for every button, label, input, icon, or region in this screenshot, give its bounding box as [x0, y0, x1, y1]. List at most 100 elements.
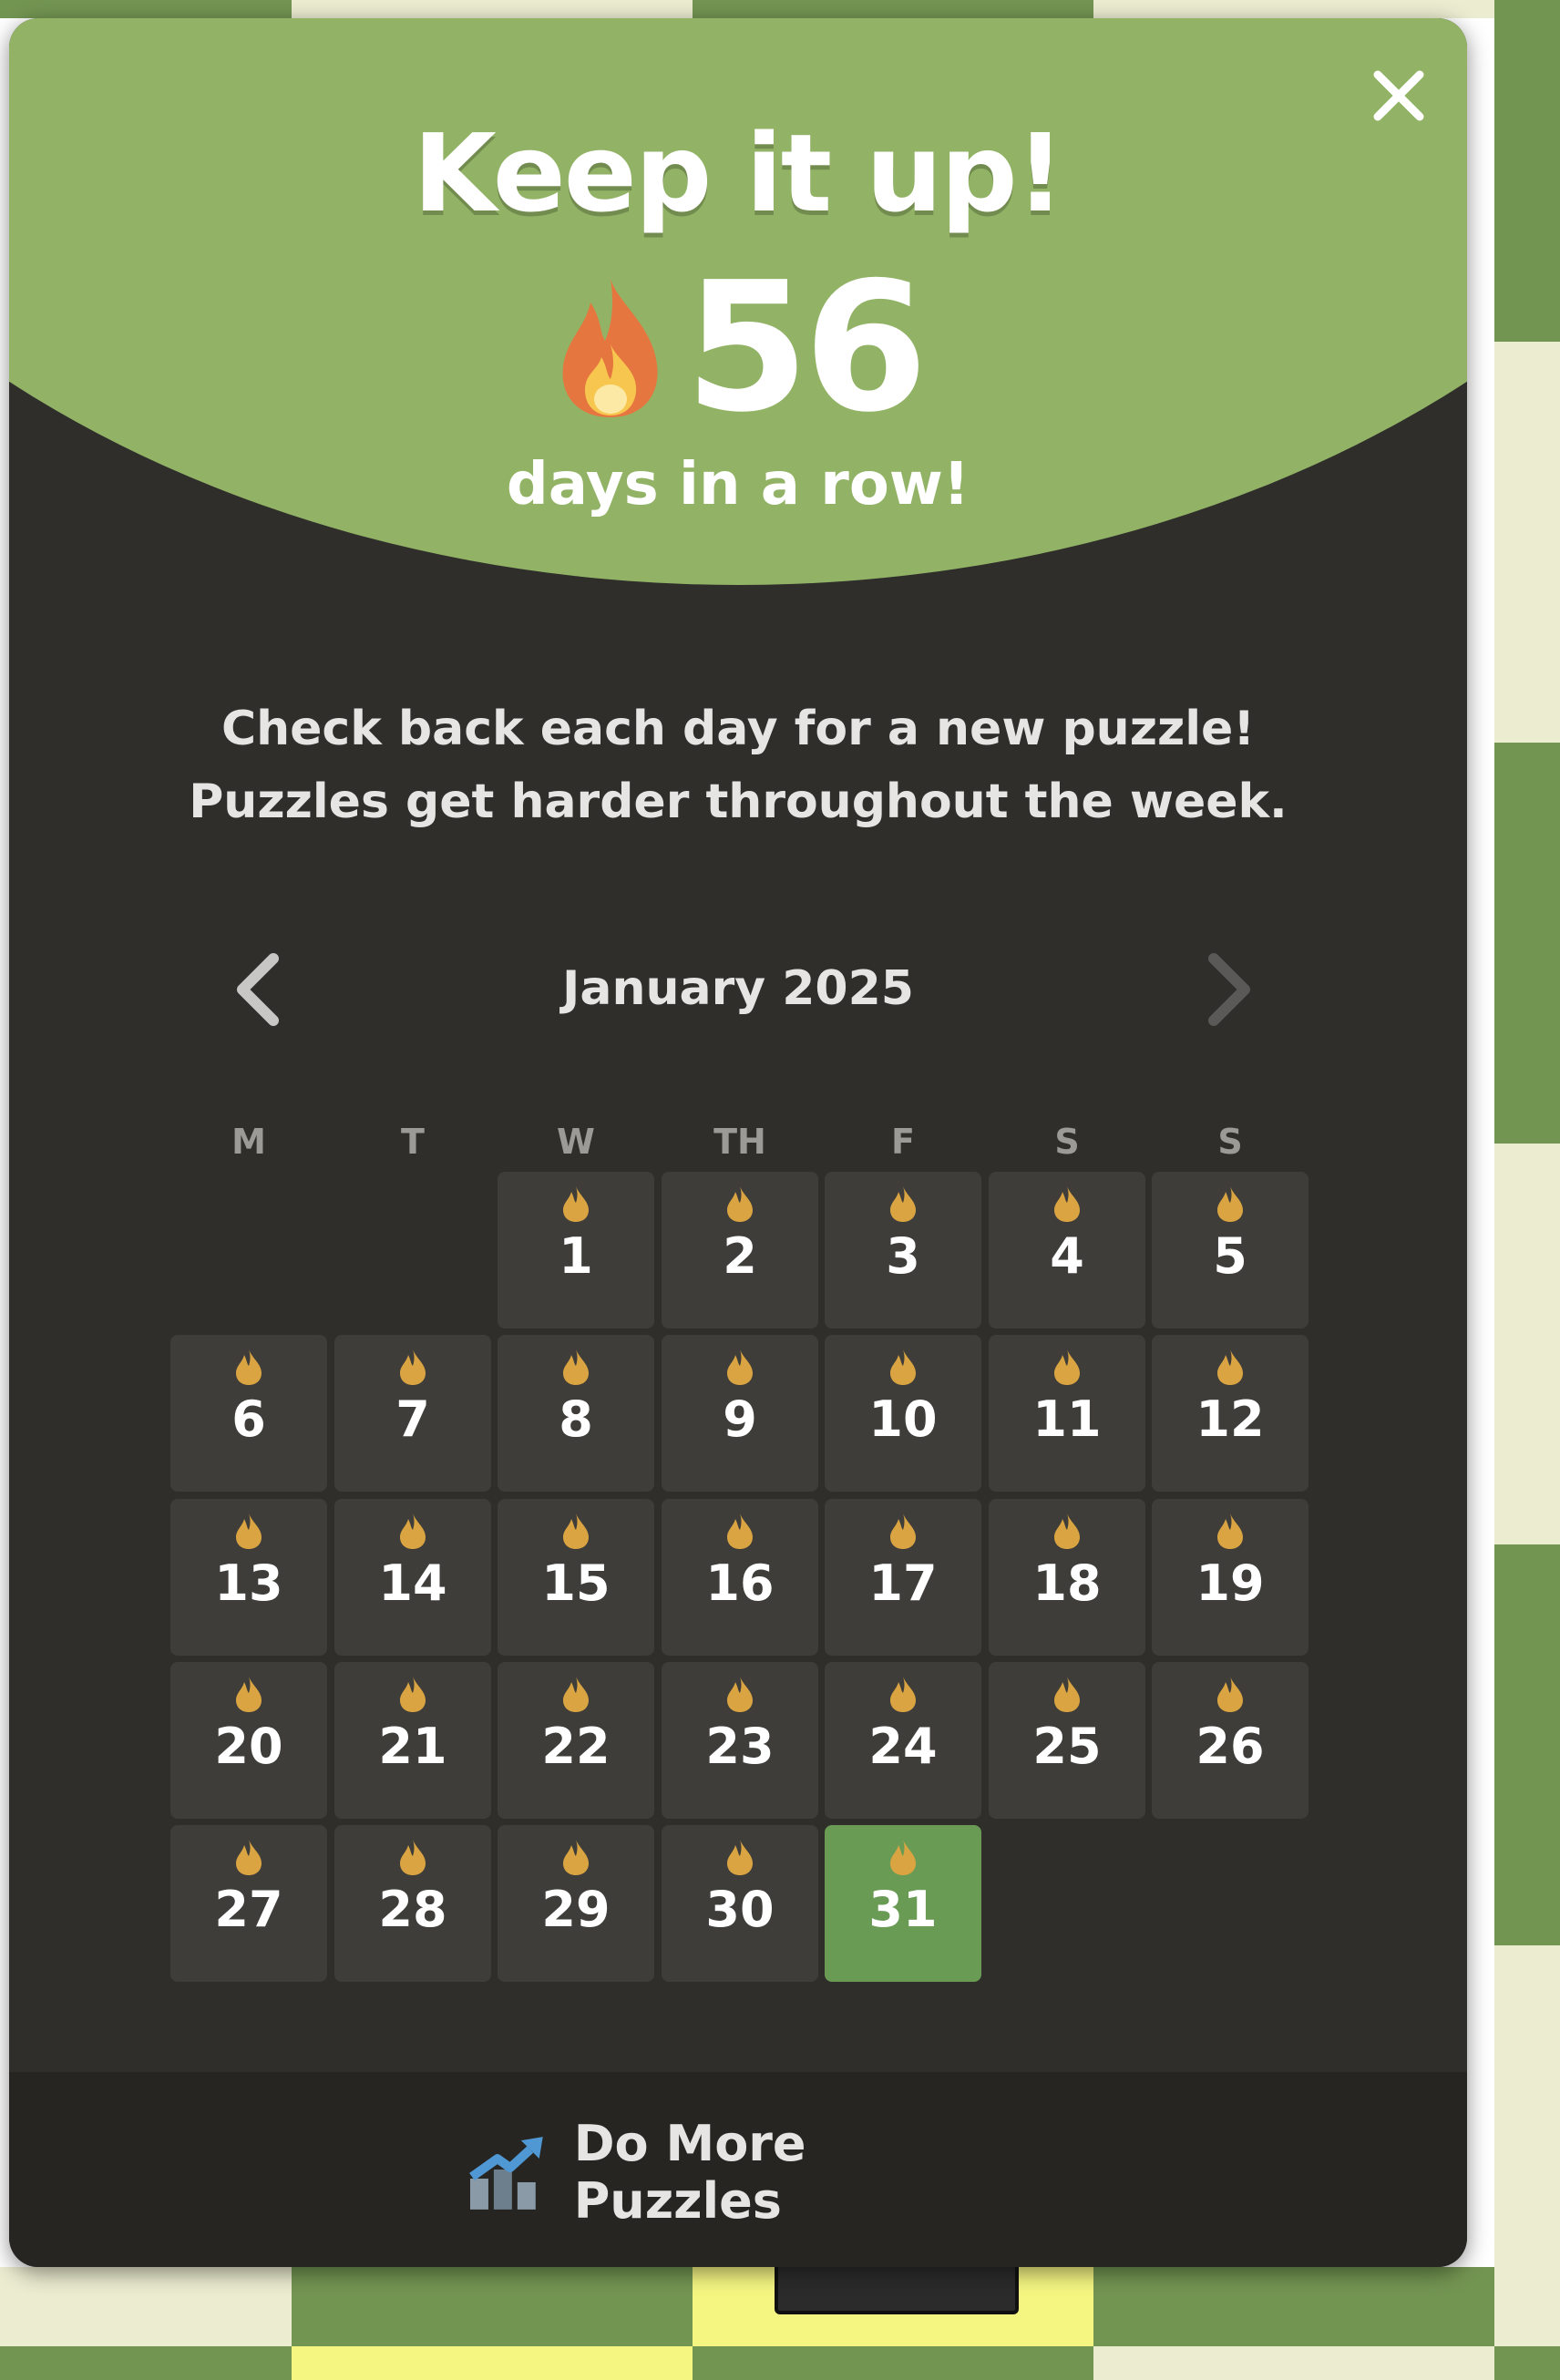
- calendar-day[interactable]: 30: [662, 1825, 818, 1982]
- calendar-day-number: 17: [868, 1554, 938, 1612]
- calendar-day-number: 15: [541, 1554, 611, 1612]
- flame-icon: [1054, 1186, 1080, 1222]
- flame-icon: [890, 1186, 916, 1222]
- info-message-line: Puzzles get harder throughout the week.: [189, 775, 1288, 829]
- flame-icon: [1217, 1513, 1243, 1549]
- calendar-day[interactable]: 20: [170, 1662, 327, 1819]
- streak-count: 56: [684, 244, 929, 452]
- streak-modal: Keep it up! 56 days in a row! Check back…: [9, 18, 1467, 2267]
- flame-icon: [1054, 1513, 1080, 1549]
- calendar-day[interactable]: 22: [498, 1662, 654, 1819]
- calendar-day[interactable]: 29: [498, 1825, 654, 1982]
- calendar-day[interactable]: 10: [825, 1335, 981, 1492]
- flame-icon: [400, 1349, 426, 1385]
- do-more-puzzles-button[interactable]: Do More Puzzles: [465, 2115, 1030, 2230]
- calendar-day-number: 29: [541, 1881, 611, 1938]
- calendar-day-number: 25: [1032, 1718, 1102, 1775]
- flame-icon: [563, 1349, 589, 1385]
- trending-chart-icon: [469, 2137, 543, 2210]
- calendar-day-number: 16: [705, 1554, 775, 1612]
- flame-icon: [236, 1840, 262, 1875]
- calendar-day[interactable]: 28: [334, 1825, 491, 1982]
- chevron-right-icon: [1208, 953, 1250, 1026]
- next-month-button[interactable]: [1194, 944, 1267, 1035]
- calendar-day[interactable]: 5: [1152, 1172, 1309, 1328]
- calendar-day-number: 27: [214, 1881, 283, 1938]
- streak-label: days in a row!: [506, 451, 970, 518]
- calendar-day[interactable]: 9: [662, 1335, 818, 1492]
- calendar-day-number: 21: [378, 1718, 447, 1775]
- calendar-day[interactable]: 26: [1152, 1662, 1309, 1819]
- flame-icon: [727, 1513, 753, 1549]
- do-more-puzzles-label: Do More Puzzles: [573, 2115, 806, 2230]
- calendar-day-number: 30: [705, 1881, 775, 1938]
- calendar-day[interactable]: 18: [989, 1499, 1145, 1656]
- info-message-line: Check back each day for a new puzzle!: [221, 702, 1256, 756]
- weekday-label: W: [557, 1122, 595, 1162]
- weekday-label: S: [1217, 1122, 1243, 1162]
- calendar-day[interactable]: 6: [170, 1335, 327, 1492]
- calendar-day[interactable]: 1: [498, 1172, 654, 1328]
- calendar-day-number: 18: [1032, 1554, 1102, 1612]
- calendar-day[interactable]: 12: [1152, 1335, 1309, 1492]
- flame-icon: [727, 1349, 753, 1385]
- calendar-day[interactable]: 4: [989, 1172, 1145, 1328]
- flame-icon: [1217, 1677, 1243, 1712]
- flame-icon: [563, 1513, 589, 1549]
- flame-icon: [727, 1677, 753, 1712]
- streak-display: 56: [9, 257, 1467, 439]
- flame-icon: [890, 1677, 916, 1712]
- flame-icon: [563, 1840, 589, 1875]
- calendar-day[interactable]: 14: [334, 1499, 491, 1656]
- calendar-day[interactable]: 21: [334, 1662, 491, 1819]
- calendar-day[interactable]: 23: [662, 1662, 818, 1819]
- flame-icon: [890, 1840, 916, 1875]
- calendar-day[interactable]: 8: [498, 1335, 654, 1492]
- calendar-day-number: 12: [1196, 1390, 1265, 1448]
- flame-icon: [1054, 1677, 1080, 1712]
- calendar-day-number: 13: [214, 1554, 283, 1612]
- flame-icon: [563, 1186, 589, 1222]
- flame-icon: [890, 1513, 916, 1549]
- weekday-label: T: [401, 1122, 425, 1162]
- calendar-day[interactable]: 2: [662, 1172, 818, 1328]
- calendar-day-number: 23: [705, 1718, 775, 1775]
- calendar-day-number: 8: [559, 1390, 593, 1448]
- calendar-day[interactable]: 13: [170, 1499, 327, 1656]
- calendar-day[interactable]: 15: [498, 1499, 654, 1656]
- calendar-day-number: 3: [886, 1227, 920, 1285]
- calendar-day-number: 9: [723, 1390, 757, 1448]
- calendar-day-number: 19: [1196, 1554, 1265, 1612]
- flame-icon: [400, 1840, 426, 1875]
- calendar-day-number: 14: [378, 1554, 447, 1612]
- calendar-day[interactable]: 25: [989, 1662, 1145, 1819]
- calendar-day-number: 20: [214, 1718, 283, 1775]
- calendar-day-number: 10: [868, 1390, 938, 1448]
- calendar-day-number: 2: [723, 1227, 757, 1285]
- calendar-day[interactable]: 31: [825, 1825, 981, 1982]
- flame-icon: [236, 1677, 262, 1712]
- calendar-day-number: 28: [378, 1881, 447, 1938]
- calendar-day-number: 4: [1050, 1227, 1084, 1285]
- calendar-day[interactable]: 3: [825, 1172, 981, 1328]
- flame-icon: [236, 1513, 262, 1549]
- calendar-day[interactable]: 7: [334, 1335, 491, 1492]
- calendar-day-number: 24: [868, 1718, 938, 1775]
- calendar-day[interactable]: 17: [825, 1499, 981, 1656]
- page-title: Keep it up!: [413, 110, 1064, 236]
- weekday-label: S: [1054, 1122, 1080, 1162]
- calendar-day-number: 5: [1213, 1227, 1247, 1285]
- chess-piece-base: [775, 2267, 1019, 2314]
- calendar-day[interactable]: 16: [662, 1499, 818, 1656]
- calendar-day[interactable]: 19: [1152, 1499, 1309, 1656]
- calendar-day[interactable]: 24: [825, 1662, 981, 1819]
- flame-icon: [1217, 1349, 1243, 1385]
- calendar-day[interactable]: 27: [170, 1825, 327, 1982]
- calendar-day-number: 31: [868, 1881, 938, 1938]
- flame-icon: [400, 1513, 426, 1549]
- calendar-day-number: 11: [1032, 1390, 1102, 1448]
- calendar-day-number: 7: [395, 1390, 430, 1448]
- calendar-day-number: 26: [1196, 1718, 1265, 1775]
- calendar-day[interactable]: 11: [989, 1335, 1145, 1492]
- flame-icon: [563, 1677, 589, 1712]
